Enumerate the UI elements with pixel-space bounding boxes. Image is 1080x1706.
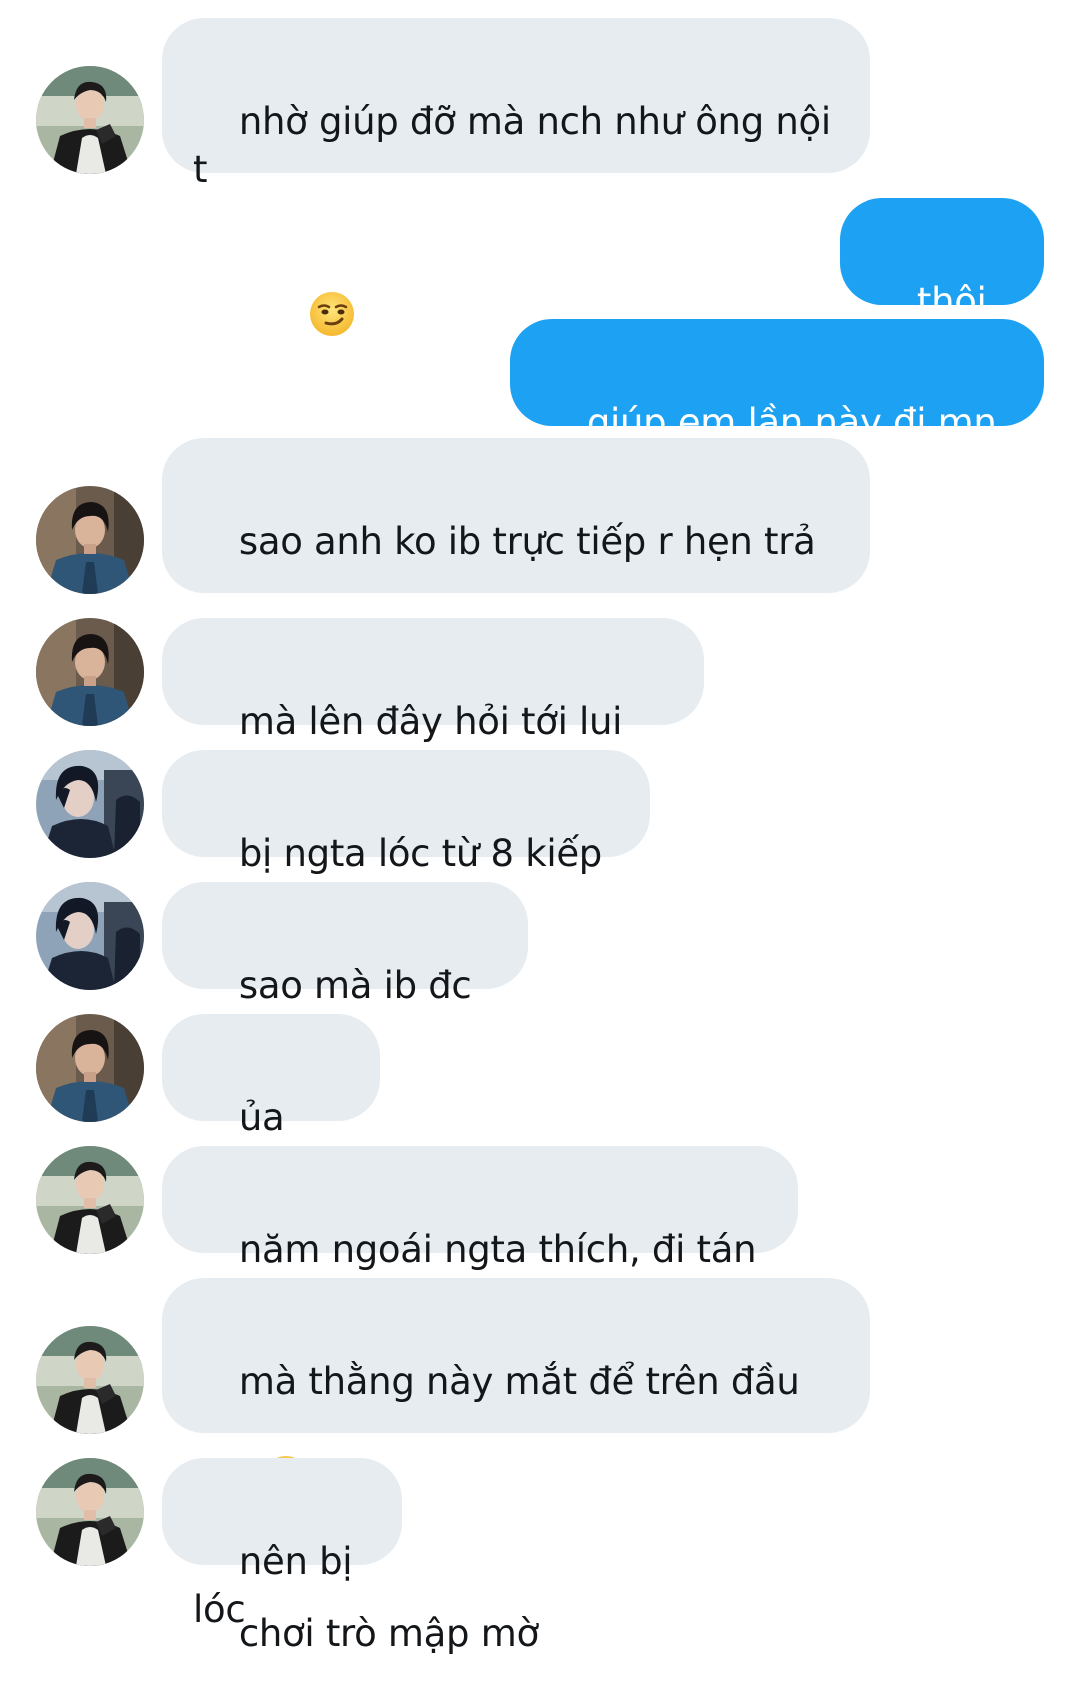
message-text: bị ngta lóc từ 8 kiếp xyxy=(238,832,614,875)
message-bubble[interactable]: mà lên đây hỏi tới lui chi z xyxy=(162,618,704,791)
avatar-a[interactable] xyxy=(36,1146,144,1254)
avatar-b[interactable] xyxy=(36,618,144,726)
message-text: mà thằng này mắt để trên đầu xyxy=(238,1360,811,1403)
avatar-b[interactable] xyxy=(36,1014,144,1122)
message-bubble[interactable]: mà thằng này mắt để trên đầu chơi trò mậ… xyxy=(162,1278,870,1655)
message-bubble[interactable]: ủa sao z xyxy=(162,1014,380,1187)
message-bubble[interactable]: sao mà ib đc xyxy=(162,882,528,1098)
message-bubble-outgoing[interactable]: giúp em lần này đi mn xyxy=(510,319,1044,541)
smirking-face-icon xyxy=(239,242,356,398)
message-bubble[interactable]: nhờ giúp đỡ mà nch như ông nội t xyxy=(162,18,870,336)
avatar-c[interactable] xyxy=(36,882,144,990)
avatar-c[interactable] xyxy=(36,750,144,858)
message-bubble[interactable]: sao anh ko ib trực tiếp r hẹn trả ngta xyxy=(162,438,870,659)
avatar-a[interactable] xyxy=(36,66,144,174)
message-bubble-outgoing[interactable]: thôi mà xyxy=(840,198,1044,371)
message-text: chơi trò mập mờ xyxy=(238,1612,539,1655)
message-bubble[interactable]: bị ngta lóc từ 8 kiếp xyxy=(162,750,650,972)
message-bubble[interactable]: nên bị lóc xyxy=(162,1458,402,1631)
message-text: nhờ giúp đỡ mà nch như ông nội t xyxy=(193,100,843,191)
message-text: sao anh ko ib trực tiếp r hẹn trả xyxy=(238,520,816,563)
avatar-a[interactable] xyxy=(36,1458,144,1566)
message-text: sao mà ib đc xyxy=(238,964,483,1007)
message-bubble[interactable]: năm ngoái ngta thích, đi tán nó xyxy=(162,1146,798,1319)
avatar-a[interactable] xyxy=(36,1326,144,1434)
avatar-b[interactable] xyxy=(36,486,144,594)
